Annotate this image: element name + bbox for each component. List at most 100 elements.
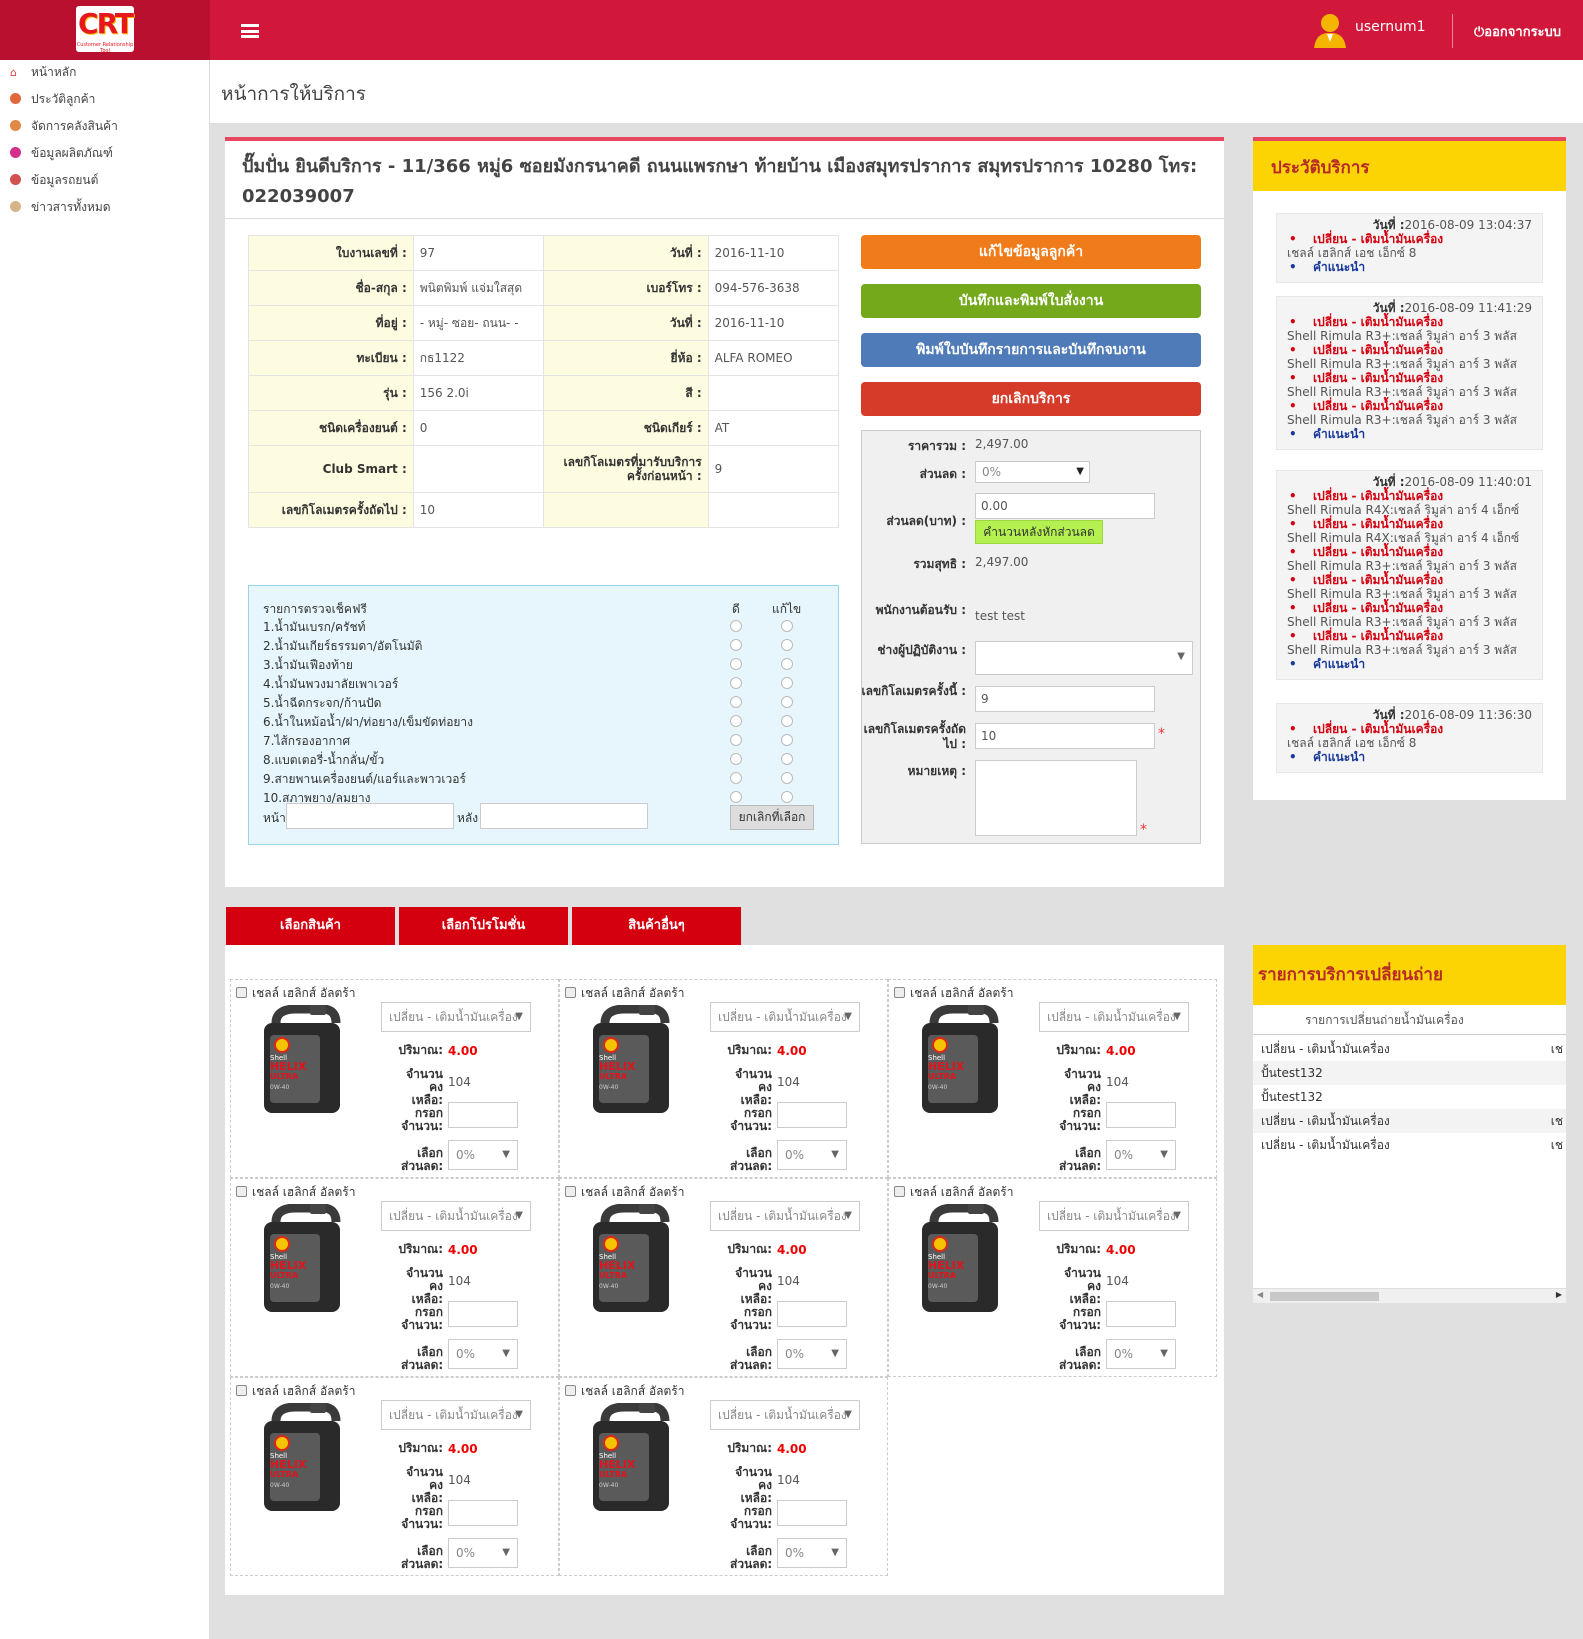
fix-radio[interactable] (781, 677, 793, 689)
product-title[interactable]: เชลล์ เฮลิกส์ อัลตร้า (236, 1382, 356, 1401)
discount-select[interactable]: 0% ▼ (777, 1538, 847, 1568)
print-close-button[interactable]: พิมพ์ใบบันทึกรายการและบันทึกจบงาน (861, 333, 1201, 367)
fill-qty-input[interactable] (777, 1500, 847, 1526)
discount-select[interactable]: 0% ▼ (777, 1339, 847, 1369)
product-title[interactable]: เชลล์ เฮลิกส์ อัลตร้า (236, 984, 356, 1003)
good-radio[interactable] (730, 715, 742, 727)
fix-radio[interactable] (781, 715, 793, 727)
product-title[interactable]: เชลล์ เฮลิกส์ อัลตร้า (565, 1382, 685, 1401)
good-radio[interactable] (730, 696, 742, 708)
product-checkbox[interactable] (565, 1385, 576, 1396)
fix-radio[interactable] (781, 696, 793, 708)
km-next-input[interactable]: 10 (975, 723, 1155, 749)
sidebar-item[interactable]: ข่าวสารทั้งหมด (10, 198, 111, 217)
scroll-left-icon[interactable]: ◀ (1257, 1290, 1263, 1299)
service-type-select[interactable]: เปลี่ยน - เติมน้ำมันเครื่อง ▼ (381, 1002, 531, 1032)
tab-3[interactable]: สินค้าอื่นๆ (572, 907, 741, 945)
good-radio[interactable] (730, 734, 742, 746)
fix-radio[interactable] (781, 658, 793, 670)
discount-select[interactable]: 0% ▼ (448, 1538, 518, 1568)
discount-select[interactable]: 0% ▼ (777, 1140, 847, 1170)
product-title[interactable]: เชลล์ เฮลิกส์ อัลตร้า (236, 1183, 356, 1202)
good-radio[interactable] (730, 753, 742, 765)
fill-qty-input[interactable] (1106, 1301, 1176, 1327)
product-checkbox[interactable] (894, 987, 905, 998)
change-list-row[interactable]: ปั้นtest132 (1253, 1061, 1566, 1085)
tab-2[interactable]: เลือกโปรโมชั่น (399, 907, 568, 945)
sidebar-item[interactable]: ข้อมูลผลิตภัณฑ์ (10, 144, 113, 163)
menu-toggle-icon[interactable] (241, 24, 259, 38)
product-title[interactable]: เชลล์ เฮลิกส์ อัลตร้า (565, 984, 685, 1003)
change-list-column-header[interactable]: รายการเปลี่ยนถ่ายน้ำมันเครื่อง (1253, 1005, 1566, 1035)
fill-qty-input[interactable] (448, 1102, 518, 1128)
service-type-select[interactable]: เปลี่ยน - เติมน้ำมันเครื่อง ▼ (710, 1400, 860, 1430)
logout-link[interactable]: ⏻ออกจากระบบ (1474, 21, 1561, 42)
edit-customer-button[interactable]: แก้ไขข้อมูลลูกค้า (861, 235, 1201, 269)
product-checkbox[interactable] (236, 1186, 247, 1197)
discount-select[interactable]: 0% ▼ (1106, 1339, 1176, 1369)
calculate-button[interactable]: คำนวนหลังหักส่วนลด (975, 520, 1103, 544)
sidebar-item[interactable]: ประวัติลูกค้า (10, 90, 95, 109)
change-list-row[interactable]: ปั้นtest132 (1253, 1085, 1566, 1109)
product-checkbox[interactable] (565, 987, 576, 998)
km-now-input[interactable]: 9 (975, 686, 1155, 712)
service-type-select[interactable]: เปลี่ยน - เติมน้ำมันเครื่อง ▼ (1039, 1002, 1189, 1032)
mechanic-select[interactable]: ▼ (975, 641, 1193, 675)
good-radio[interactable] (730, 677, 742, 689)
change-list-row[interactable]: เปลี่ยน - เติมน้ำมันเครื่อง เช (1253, 1037, 1566, 1061)
fix-radio[interactable] (781, 772, 793, 784)
fill-qty-input[interactable] (777, 1102, 847, 1128)
fix-radio[interactable] (781, 620, 793, 632)
good-radio[interactable] (730, 658, 742, 670)
service-type-select[interactable]: เปลี่ยน - เติมน้ำมันเครื่อง ▼ (1039, 1201, 1189, 1231)
sidebar-item[interactable]: ข้อมูลรถยนต์ (10, 171, 98, 190)
discount-select[interactable]: 0% ▼ (975, 461, 1090, 483)
change-list-row[interactable]: เปลี่ยน - เติมน้ำมันเครื่อง เช (1253, 1133, 1566, 1157)
discount-select[interactable]: 0% ▼ (1106, 1140, 1176, 1170)
good-radio[interactable] (730, 639, 742, 651)
discount-select[interactable]: 0% ▼ (448, 1339, 518, 1369)
history-advice-link[interactable]: คำแนะนำ (1287, 657, 1542, 671)
fill-qty-input[interactable] (1106, 1102, 1176, 1128)
product-title[interactable]: เชลล์ เฮลิกส์ อัลตร้า (565, 1183, 685, 1202)
change-list-row[interactable]: เปลี่ยน - เติมน้ำมันเครื่อง เช (1253, 1109, 1566, 1133)
history-advice-link[interactable]: คำแนะนำ (1287, 260, 1542, 274)
product-checkbox[interactable] (894, 1186, 905, 1197)
product-checkbox[interactable] (236, 987, 247, 998)
good-radio[interactable] (730, 772, 742, 784)
good-radio[interactable] (730, 791, 742, 803)
fix-radio[interactable] (781, 734, 793, 746)
fill-qty-input[interactable] (448, 1500, 518, 1526)
user-avatar-icon[interactable] (1312, 12, 1348, 48)
horizontal-scrollbar[interactable]: ◀ ▶ (1253, 1288, 1566, 1303)
service-type-select[interactable]: เปลี่ยน - เติมน้ำมันเครื่อง ▼ (710, 1002, 860, 1032)
product-checkbox[interactable] (565, 1186, 576, 1197)
product-title[interactable]: เชลล์ เฮลิกส์ อัลตร้า (894, 1183, 1014, 1202)
back-input[interactable] (480, 803, 648, 829)
discount-baht-input[interactable]: 0.00 (975, 493, 1155, 519)
product-checkbox[interactable] (236, 1385, 247, 1396)
user-name[interactable]: usernum1 (1355, 19, 1426, 35)
service-type-select[interactable]: เปลี่ยน - เติมน้ำมันเครื่อง ▼ (710, 1201, 860, 1231)
history-advice-link[interactable]: คำแนะนำ (1287, 750, 1542, 764)
cancel-selected-button[interactable]: ยกเลิกที่เลือก (730, 805, 814, 830)
tab-1[interactable]: เลือกสินค้า (226, 907, 395, 945)
fix-radio[interactable] (781, 753, 793, 765)
discount-select[interactable]: 0% ▼ (448, 1140, 518, 1170)
save-print-button[interactable]: บันทึกและพิมพ์ใบสั่งงาน (861, 284, 1201, 318)
service-type-select[interactable]: เปลี่ยน - เติมน้ำมันเครื่อง ▼ (381, 1201, 531, 1231)
product-title[interactable]: เชลล์ เฮลิกส์ อัลตร้า (894, 984, 1014, 1003)
fill-qty-input[interactable] (448, 1301, 518, 1327)
good-radio[interactable] (730, 620, 742, 632)
logo-area[interactable]: CRT Customer Relationship Tool (0, 0, 210, 60)
sidebar-item[interactable]: ⌂ หน้าหลัก (10, 63, 76, 82)
fix-radio[interactable] (781, 791, 793, 803)
scroll-right-icon[interactable]: ▶ (1556, 1290, 1562, 1299)
history-advice-link[interactable]: คำแนะนำ (1287, 427, 1542, 441)
sidebar-item[interactable]: จัดการคลังสินค้า (10, 117, 118, 136)
cancel-service-button[interactable]: ยกเลิกบริการ (861, 382, 1201, 416)
service-type-select[interactable]: เปลี่ยน - เติมน้ำมันเครื่อง ▼ (381, 1400, 531, 1430)
fix-radio[interactable] (781, 639, 793, 651)
front-input[interactable] (286, 803, 454, 829)
crt-logo[interactable]: CRT Customer Relationship Tool (76, 6, 134, 54)
